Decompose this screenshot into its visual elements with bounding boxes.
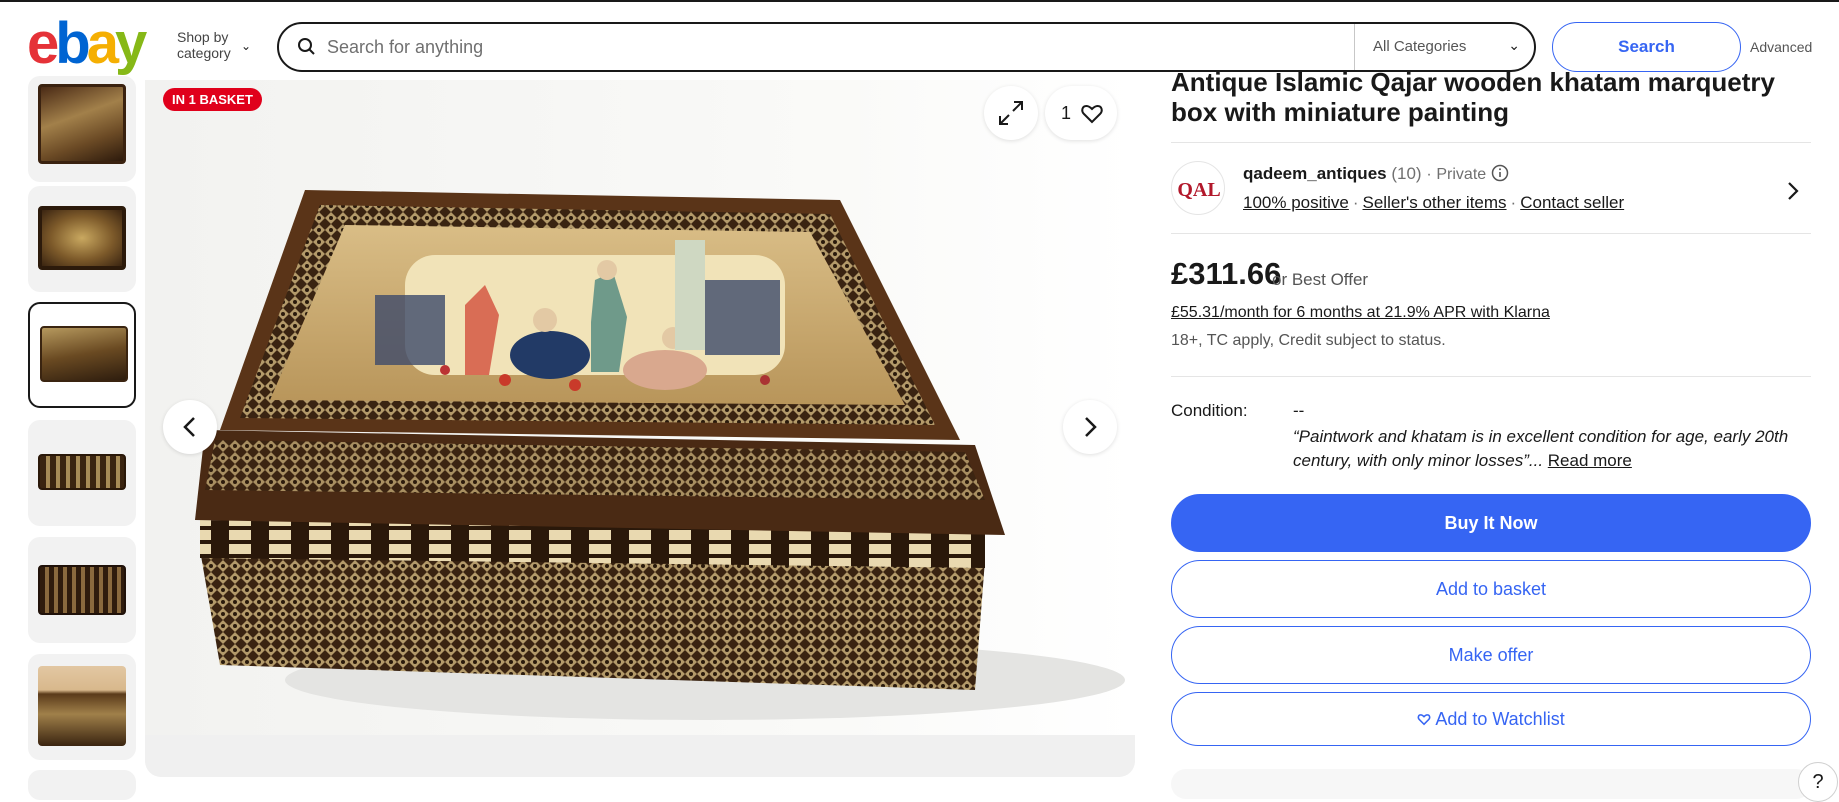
chevron-right-icon[interactable]	[1783, 179, 1803, 203]
seller-type: Private	[1436, 166, 1487, 183]
separator-dot: ·	[1510, 193, 1517, 212]
thumbnail[interactable]	[28, 654, 136, 760]
best-offer-label: or Best Offer	[1272, 270, 1369, 289]
thumbnail[interactable]	[28, 186, 136, 292]
add-to-watchlist-button[interactable]: Add to Watchlist	[1171, 692, 1811, 746]
expand-icon	[999, 101, 1023, 125]
category-select[interactable]: All Categories ⌄	[1354, 24, 1534, 70]
buy-it-now-button[interactable]: Buy It Now	[1171, 494, 1811, 552]
thumbnail[interactable]	[28, 420, 136, 526]
separator-dot: ·	[1352, 193, 1359, 212]
add-to-basket-button[interactable]: Add to basket	[1171, 560, 1811, 618]
main-image-viewer: IN 1 BASKET 1	[145, 80, 1135, 777]
thumbnail-image	[38, 565, 126, 615]
condition-description: “Paintwork and khatam is in excellent co…	[1293, 425, 1803, 473]
divider	[1171, 142, 1811, 143]
chevron-right-icon	[1085, 417, 1097, 437]
seller-logo-icon: QAL	[1177, 179, 1220, 201]
previous-image-button[interactable]	[163, 400, 217, 454]
seller-name[interactable]: qadeem_antiques	[1243, 164, 1387, 183]
search-input[interactable]	[327, 32, 1327, 62]
search-icon	[298, 38, 315, 55]
search-button[interactable]: Search	[1552, 22, 1741, 72]
thumbnail[interactable]	[28, 537, 136, 643]
in-basket-badge: IN 1 BASKET	[163, 88, 262, 111]
seller-logo-text: QAL	[1177, 179, 1220, 201]
thumbnail-image	[38, 84, 126, 164]
chevron-down-icon: ⌄	[241, 39, 252, 53]
logo-letter-e: e	[27, 11, 59, 76]
positive-feedback-link[interactable]: 100% positive	[1243, 193, 1349, 212]
info-icon[interactable]	[1491, 164, 1509, 182]
product-photo[interactable]	[145, 80, 1135, 735]
seller-name-line: qadeem_antiques (10) · Private	[1243, 164, 1509, 184]
next-image-button[interactable]	[1063, 400, 1117, 454]
thumbnail[interactable]	[28, 770, 136, 800]
divider	[1171, 233, 1811, 234]
watch-count: 1	[1061, 103, 1072, 123]
thumbnail-image	[40, 326, 128, 382]
logo-letter-a: a	[86, 11, 119, 76]
thumbnail-image	[38, 666, 126, 746]
watch-button[interactable]: 1	[1045, 86, 1117, 140]
advanced-search-link[interactable]: Advanced	[1750, 39, 1812, 55]
logo-letter-y: y	[114, 11, 147, 76]
shop-by-label: Shop by	[177, 29, 229, 45]
divider	[1171, 376, 1811, 377]
seller-other-items-link[interactable]: Seller's other items	[1363, 193, 1507, 212]
contact-seller-link[interactable]: Contact seller	[1520, 193, 1624, 212]
seller-links: 100% positive · Seller's other items · Conta…	[1243, 193, 1624, 213]
logo-letter-b: b	[55, 11, 90, 76]
thumbnail-image	[38, 206, 126, 270]
chevron-down-icon: ⌄	[1508, 37, 1520, 53]
thumbnail[interactable]	[28, 76, 136, 182]
shop-by-category-button[interactable]: Shop by category ⌄	[177, 29, 251, 61]
heart-icon	[1081, 104, 1103, 124]
finance-terms: 18+, TC apply, Credit subject to status.	[1171, 332, 1446, 349]
price: £311.66	[1171, 256, 1282, 291]
heart-icon	[1417, 714, 1431, 726]
category-label: category	[177, 45, 231, 61]
read-more-link[interactable]: Read more	[1548, 451, 1632, 470]
thumbnail-image	[38, 454, 126, 490]
chevron-left-icon	[183, 417, 195, 437]
khatam-box-image	[145, 80, 1135, 735]
expand-image-button[interactable]	[984, 86, 1038, 140]
help-button[interactable]: ?	[1798, 762, 1838, 802]
listing-title: Antique Islamic Qajar wooden khatam marq…	[1171, 67, 1775, 127]
condition-value: --	[1293, 401, 1305, 420]
condition-quote: “Paintwork and khatam is in excellent co…	[1293, 427, 1789, 470]
klarna-finance-link[interactable]: £55.31/month for 6 months at 21.9% APR w…	[1171, 304, 1550, 322]
category-select-value: All Categories	[1373, 38, 1467, 55]
seller-feedback-count: (10)	[1391, 164, 1422, 183]
shipping-card	[1171, 769, 1811, 799]
seller-avatar[interactable]: QAL	[1171, 161, 1225, 215]
make-offer-button[interactable]: Make offer	[1171, 626, 1811, 684]
ebay-logo[interactable]: ebay	[27, 11, 147, 76]
thumbnail-selected[interactable]	[28, 302, 136, 408]
search-bar: All Categories ⌄	[277, 22, 1536, 72]
watchlist-label: Add to Watchlist	[1435, 709, 1565, 729]
condition-label: Condition:	[1171, 401, 1248, 420]
separator-dot: ·	[1426, 166, 1432, 183]
